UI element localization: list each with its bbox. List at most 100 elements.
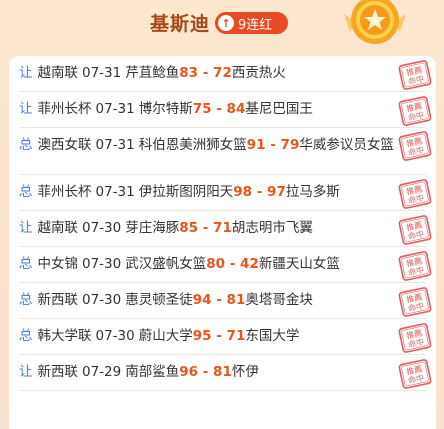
pick-away-score: 72 [213,65,232,81]
pick-away: 拉马多斯 [285,184,340,200]
pick-type: 总 [19,292,33,308]
pick-away-score: 81 [226,292,246,308]
picks-card: 让越南联 07-31 芹苴鲶鱼83 - 72西贡热火 推薦 命中 让菲州长杯 07-31… [9,56,436,429]
streak-arrow-icon: ↑ [218,15,234,31]
pick-away: 西贡热火 [231,65,286,81]
pick-row[interactable]: 总新西联 07-30 惠灵顿圣徒94 - 81奥塔哥金块 推薦 命中 [19,283,432,319]
hit-stamp-icon: 推薦命中 [398,359,432,389]
pick-row[interactable]: 总中女锦 07-30 武汉盛帆女篮80 - 42新疆天山女篮 推薦 命中 [19,247,432,283]
pick-type: 总 [19,184,33,200]
pick-away-score: 84 [226,101,246,117]
pick-away: 怀伊 [231,364,259,380]
pick-home: 伊拉斯图阴阳天 [138,184,234,200]
pick-text: 让菲州长杯 07-31 博尔特斯75 - 84基尼巴国王 [19,98,399,120]
medal-icon [344,0,406,44]
pick-row[interactable]: 让越南联 07-31 芹苴鲶鱼83 - 72西贡热火 推薦 命中 [19,56,432,92]
pick-home: 芹苴鲶鱼 [125,65,180,81]
hit-stamp-icon: 推薦命中 [398,287,432,317]
pick-date: 07-31 [95,137,135,153]
hit-stamp-icon: 推薦命中 [398,131,432,161]
pick-text: 总澳西女联 07-31 科伯恩美洲狮女篮91 - 79华威参议员女篮 [19,134,399,156]
pick-date: 07-30 [95,328,135,344]
expert-name[interactable]: 基斯迪 [150,9,210,36]
pick-home: 科伯恩美洲狮女篮 [138,137,247,153]
pick-score-sep: - [211,292,227,308]
pick-home: 蔚山大学 [138,328,193,344]
pick-date: 07-29 [82,364,122,380]
pick-home: 芽庄海豚 [125,220,180,236]
pick-home-score: 75 [192,101,212,117]
streak-label: 9连红 [238,17,273,33]
pick-league: 澳西女联 [37,137,92,153]
pick-home-score: 91 [246,137,266,153]
pick-type: 让 [19,220,33,236]
pick-text: 让越南联 07-30 芽庄海豚85 - 71胡志明市飞翼 [19,217,399,239]
pick-home-score: 80 [206,256,226,272]
pick-away: 奥塔哥金块 [245,292,313,308]
pick-row[interactable]: 让菲州长杯 07-31 博尔特斯75 - 84基尼巴国王 推薦 命中 [19,92,432,128]
hit-stamp-icon: 推薦命中 [398,96,432,126]
pick-date: 07-30 [82,256,122,272]
pick-type: 总 [19,137,33,153]
pick-score-sep: - [211,101,227,117]
pick-type: 让 [19,364,33,380]
pick-date: 07-31 [95,184,135,200]
pick-text: 让新西联 07-29 南部鲨鱼96 - 81怀伊 [19,361,399,383]
pick-type: 总 [19,256,33,272]
pick-text: 总韩大学联 07-30 蔚山大学95 - 71东国大学 [19,325,399,347]
pick-score-sep: - [225,256,241,272]
hit-stamp-icon: 推薦命中 [398,60,432,90]
pick-away: 基尼巴国王 [245,101,313,117]
pick-row[interactable]: 总菲州长杯 07-31 伊拉斯图阴阳天98 - 97拉马多斯 推薦 命中 [19,175,432,211]
pick-score-sep: - [265,137,281,153]
pick-score-sep: - [198,220,214,236]
pick-away: 东国大学 [245,328,300,344]
pick-away: 新疆天山女篮 [258,256,340,272]
pick-home-score: 98 [233,184,253,200]
pick-away-score: 97 [267,184,286,200]
pick-away: 胡志明市飞翼 [231,220,313,236]
pick-away-score: 71 [226,328,246,344]
pick-league: 菲州长杯 [37,101,92,117]
pick-score-sep: - [211,328,227,344]
hit-stamp-icon: 推薦命中 [398,179,432,209]
pick-league: 中女锦 [37,256,79,272]
pick-score-sep: - [198,364,214,380]
pick-row[interactable]: 总澳西女联 07-31 科伯恩美洲狮女篮91 - 79华威参议员女篮 推薦 命中 [19,128,432,175]
pick-home: 武汉盛帆女篮 [125,256,207,272]
streak-badge: ↑ 9连红 [215,12,288,34]
pick-home-score: 95 [192,328,212,344]
pick-league: 新西联 [37,364,79,380]
pick-home-score: 85 [179,220,199,236]
pick-date: 07-30 [82,292,122,308]
pick-league: 越南联 [37,220,79,236]
pick-away: 华威参议员女篮 [299,137,394,153]
pick-league: 新西联 [37,292,79,308]
expert-header: 基斯迪 ↑ 9连红 [0,0,444,50]
pick-type: 让 [19,65,33,81]
pick-score-sep: - [252,184,268,200]
pick-home-score: 83 [179,65,199,81]
pick-text: 让越南联 07-31 芹苴鲶鱼83 - 72西贡热火 [19,62,399,84]
pick-date: 07-31 [82,65,122,81]
pick-home-score: 96 [179,364,199,380]
pick-away-score: 71 [213,220,232,236]
pick-away-score: 42 [240,256,259,272]
pick-league: 菲州长杯 [37,184,92,200]
pick-away-score: 79 [280,137,300,153]
pick-text: 总新西联 07-30 惠灵顿圣徒94 - 81奥塔哥金块 [19,289,399,311]
hit-stamp-icon: 推薦命中 [398,251,432,281]
pick-row[interactable]: 让越南联 07-30 芽庄海豚85 - 71胡志明市飞翼 推薦 命中 [19,211,432,247]
hit-stamp-icon: 推薦命中 [398,215,432,245]
pick-type: 让 [19,101,33,117]
pick-text: 总中女锦 07-30 武汉盛帆女篮80 - 42新疆天山女篮 [19,253,399,275]
pick-type: 总 [19,328,33,344]
pick-league: 越南联 [37,65,79,81]
pick-away-score: 81 [213,364,232,380]
pick-home: 惠灵顿圣徒 [125,292,193,308]
pick-row[interactable]: 总韩大学联 07-30 蔚山大学95 - 71东国大学 推薦 命中 [19,319,432,355]
pick-league: 韩大学联 [37,328,92,344]
pick-text: 总菲州长杯 07-31 伊拉斯图阴阳天98 - 97拉马多斯 [19,181,399,203]
pick-row[interactable]: 让新西联 07-29 南部鲨鱼96 - 81怀伊 推薦 命中 [19,355,432,391]
pick-home: 南部鲨鱼 [125,364,180,380]
